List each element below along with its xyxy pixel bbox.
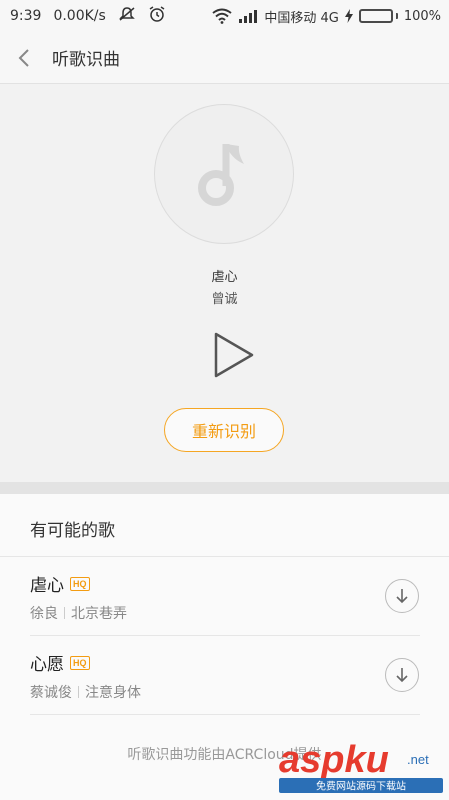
section-divider [0,482,449,494]
watermark-brand: aspku [279,739,389,781]
song-artist: 徐良 [30,606,58,622]
network-speed: 0.00K/s [53,8,106,24]
mute-icon [118,6,136,26]
download-icon [396,589,408,604]
rerecognize-button[interactable]: 重新识别 [164,408,284,452]
signal-icon [238,9,258,23]
recognized-song-title: 虐心 [211,270,238,285]
carrier-label: 中国移动 4G [264,10,339,26]
wifi-icon [212,8,232,24]
page-title: 听歌识曲 [52,50,120,70]
watermark-tagline: 免费网站源码下载站 [316,780,406,793]
play-icon [214,332,254,378]
separator [64,607,65,619]
music-note-icon [198,144,244,206]
alarm-icon [148,5,166,27]
recognition-result: 虐心 曾诚 重新识别 [0,84,449,482]
watermark-domain: .net [407,752,429,767]
app-header: 听歌识曲 [0,32,449,84]
hq-badge: HQ [70,576,90,591]
divider [30,714,420,715]
charging-icon [344,9,353,23]
recognized-song-artist: 曾诚 [211,292,238,307]
battery-percent: 100% [403,8,441,24]
download-button[interactable] [385,658,419,692]
song-row[interactable]: 心愿 HQ 蔡诚俊 注意身体 [0,636,449,715]
download-icon [396,668,408,683]
section-title: 有可能的歌 [30,521,115,541]
song-album: 注意身体 [85,685,141,701]
download-button[interactable] [385,579,419,613]
status-time: 9:39 [10,8,42,24]
song-row[interactable]: 虐心 HQ 徐良 北京巷弄 [0,557,449,636]
battery-icon [358,9,398,23]
chevron-left-icon [18,48,29,67]
separator [78,686,79,698]
aspku-watermark-logo: aspku .net 免费网站源码下载站 [279,739,443,793]
album-disc [154,104,294,244]
song-album: 北京巷弄 [71,606,127,622]
song-title: 心愿 [30,655,64,675]
hq-badge: HQ [70,655,90,670]
song-title: 虐心 [30,576,64,596]
play-button[interactable] [208,330,258,380]
status-bar: 9:39 0.00K/s 中国移动 4G 100% [0,0,449,32]
song-artist: 蔡诚俊 [30,685,72,701]
back-button[interactable] [18,43,38,73]
